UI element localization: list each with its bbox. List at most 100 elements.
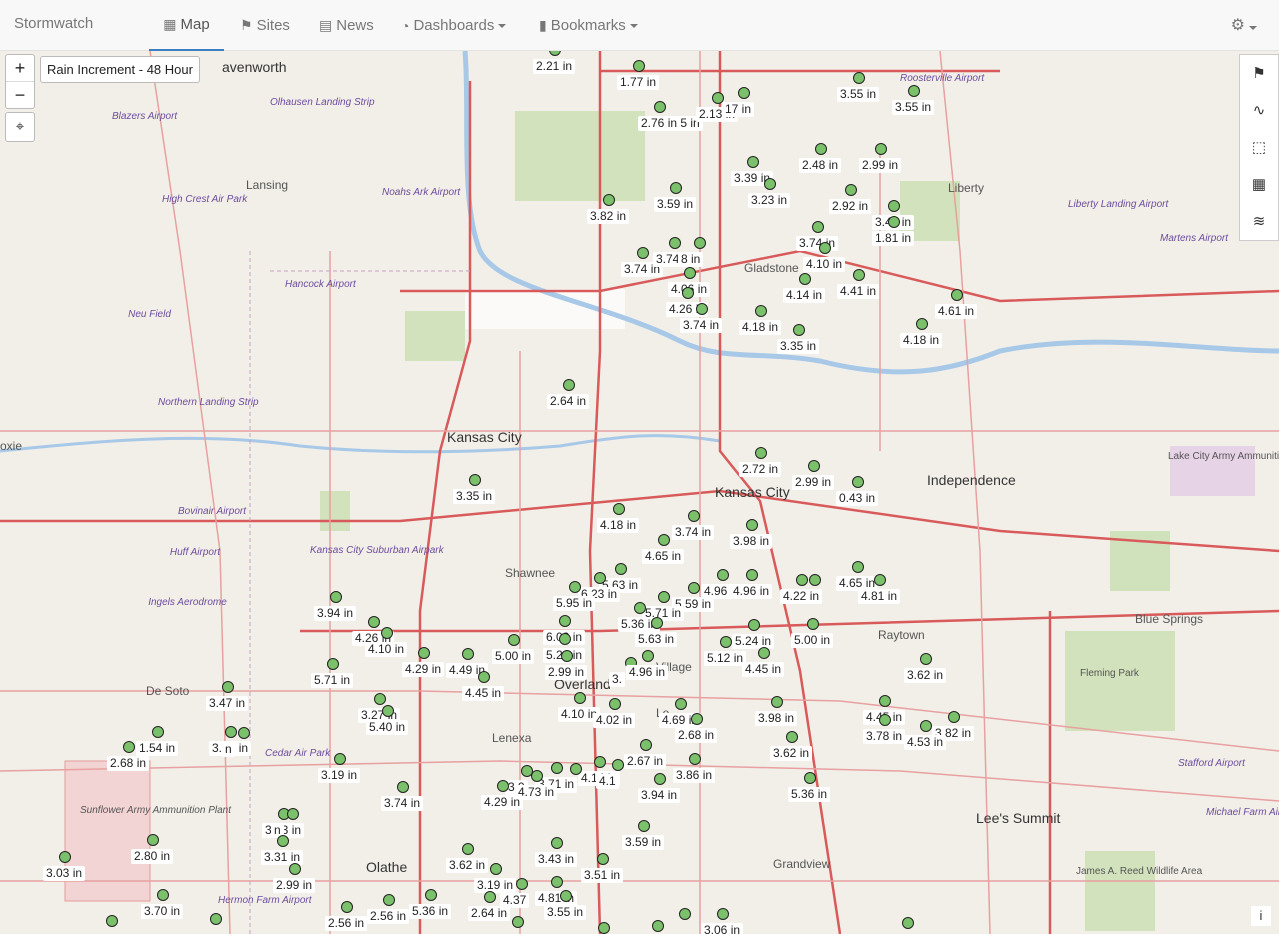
station-marker[interactable] — [613, 503, 625, 515]
nav-bookmarks[interactable]: ▮ Bookmarks — [539, 0, 638, 51]
station-marker[interactable] — [807, 618, 819, 630]
station-marker[interactable] — [804, 772, 816, 784]
station-marker[interactable] — [516, 878, 528, 890]
station-marker[interactable] — [916, 318, 928, 330]
station-marker[interactable] — [381, 627, 393, 639]
station-marker[interactable] — [484, 891, 496, 903]
station-marker[interactable] — [287, 808, 299, 820]
station-marker[interactable] — [764, 178, 776, 190]
station-marker[interactable] — [748, 619, 760, 631]
station-marker[interactable] — [462, 648, 474, 660]
station-marker[interactable] — [786, 731, 798, 743]
station-marker[interactable] — [808, 460, 820, 472]
station-marker[interactable] — [845, 184, 857, 196]
station-marker[interactable] — [418, 647, 430, 659]
station-marker[interactable] — [888, 200, 900, 212]
map-canvas[interactable]: avenworth Lansing Kansas City Kansas Cit… — [0, 51, 1279, 934]
station-marker[interactable] — [531, 770, 543, 782]
station-marker[interactable] — [512, 916, 524, 928]
nav-dashboards[interactable]: ◔ Dashboards — [401, 0, 507, 51]
nav-sites[interactable]: ⚑ Sites — [240, 0, 290, 51]
station-marker[interactable] — [633, 60, 645, 72]
station-marker[interactable] — [688, 582, 700, 594]
station-marker[interactable] — [654, 101, 666, 113]
station-marker[interactable] — [658, 534, 670, 546]
station-marker[interactable] — [658, 591, 670, 603]
zoom-out-button[interactable]: − — [6, 82, 34, 108]
station-marker[interactable] — [330, 591, 342, 603]
station-marker[interactable] — [679, 908, 691, 920]
station-marker[interactable] — [675, 698, 687, 710]
station-marker[interactable] — [561, 650, 573, 662]
station-marker[interactable] — [642, 650, 654, 662]
station-marker[interactable] — [508, 634, 520, 646]
station-marker[interactable] — [651, 617, 663, 629]
info-button[interactable]: i — [1251, 906, 1271, 926]
station-marker[interactable] — [157, 889, 169, 901]
select-box-button[interactable]: ⬚ — [1240, 129, 1278, 166]
station-marker[interactable] — [152, 726, 164, 738]
station-marker[interactable] — [597, 853, 609, 865]
station-marker[interactable] — [277, 835, 289, 847]
station-marker[interactable] — [210, 913, 222, 925]
station-marker[interactable] — [594, 756, 606, 768]
station-marker[interactable] — [771, 696, 783, 708]
station-marker[interactable] — [853, 72, 865, 84]
station-marker[interactable] — [147, 834, 159, 846]
station-marker[interactable] — [747, 156, 759, 168]
station-marker[interactable] — [717, 569, 729, 581]
station-marker[interactable] — [612, 759, 624, 771]
station-marker[interactable] — [688, 510, 700, 522]
station-marker[interactable] — [948, 711, 960, 723]
basemap-button[interactable]: ▦ — [1240, 166, 1278, 203]
station-marker[interactable] — [875, 143, 887, 155]
station-marker[interactable] — [852, 476, 864, 488]
station-marker[interactable] — [559, 633, 571, 645]
station-marker[interactable] — [796, 574, 808, 586]
station-marker[interactable] — [738, 87, 750, 99]
settings-menu[interactable]: ⚙ — [1231, 15, 1257, 35]
station-marker[interactable] — [694, 237, 706, 249]
station-marker[interactable] — [289, 863, 301, 875]
station-marker[interactable] — [570, 763, 582, 775]
station-marker[interactable] — [490, 863, 502, 875]
station-marker[interactable] — [654, 773, 666, 785]
station-marker[interactable] — [574, 692, 586, 704]
station-marker[interactable] — [560, 890, 572, 902]
station-marker[interactable] — [920, 720, 932, 732]
pulse-tool-button[interactable]: ∿ — [1240, 92, 1278, 129]
station-marker[interactable] — [637, 247, 649, 259]
station-marker[interactable] — [551, 837, 563, 849]
station-marker[interactable] — [123, 741, 135, 753]
layers-button[interactable]: ≋ — [1240, 203, 1278, 240]
station-marker[interactable] — [652, 920, 664, 932]
station-marker[interactable] — [746, 569, 758, 581]
station-marker[interactable] — [106, 915, 118, 927]
station-marker[interactable] — [634, 602, 646, 614]
station-marker[interactable] — [684, 267, 696, 279]
nav-news[interactable]: ▤ News — [319, 0, 374, 51]
station-marker[interactable] — [908, 85, 920, 97]
station-marker[interactable] — [609, 698, 621, 710]
station-marker[interactable] — [669, 237, 681, 249]
station-marker[interactable] — [815, 143, 827, 155]
station-marker[interactable] — [793, 324, 805, 336]
station-marker[interactable] — [615, 563, 627, 575]
station-marker[interactable] — [691, 713, 703, 725]
station-marker[interactable] — [689, 753, 701, 765]
station-marker[interactable] — [497, 780, 509, 792]
station-marker[interactable] — [368, 616, 380, 628]
station-marker[interactable] — [852, 561, 864, 573]
station-marker[interactable] — [720, 636, 732, 648]
station-marker[interactable] — [594, 572, 606, 584]
nav-map[interactable]: ▦ Map — [149, 0, 224, 51]
locate-button[interactable]: ⌖ — [5, 112, 35, 142]
station-marker[interactable] — [238, 727, 250, 739]
station-marker[interactable] — [696, 303, 708, 315]
station-marker[interactable] — [640, 739, 652, 751]
station-marker[interactable] — [638, 820, 650, 832]
station-marker[interactable] — [469, 474, 481, 486]
station-marker[interactable] — [563, 379, 575, 391]
station-marker[interactable] — [755, 447, 767, 459]
station-marker[interactable] — [327, 658, 339, 670]
